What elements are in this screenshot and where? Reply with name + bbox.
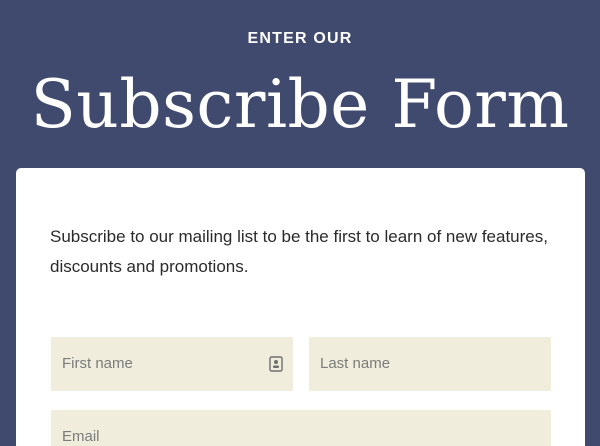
first-name-field[interactable]: First name: [51, 337, 293, 391]
subscribe-card: Subscribe to our mailing list to be the …: [16, 168, 585, 446]
last-name-field[interactable]: Last name: [309, 337, 551, 391]
contact-card-icon[interactable]: [269, 356, 283, 372]
email-field[interactable]: Email: [51, 410, 551, 446]
email-placeholder: Email: [62, 428, 100, 445]
subscribe-page: ENTER OUR Subscribe Form Subscribe to ou…: [0, 0, 600, 446]
eyebrow-heading: ENTER OUR: [247, 30, 353, 47]
page-title: Subscribe Form: [30, 66, 570, 143]
intro-text: Subscribe to our mailing list to be the …: [50, 227, 548, 276]
first-name-placeholder: First name: [62, 355, 133, 372]
last-name-placeholder: Last name: [320, 355, 391, 372]
